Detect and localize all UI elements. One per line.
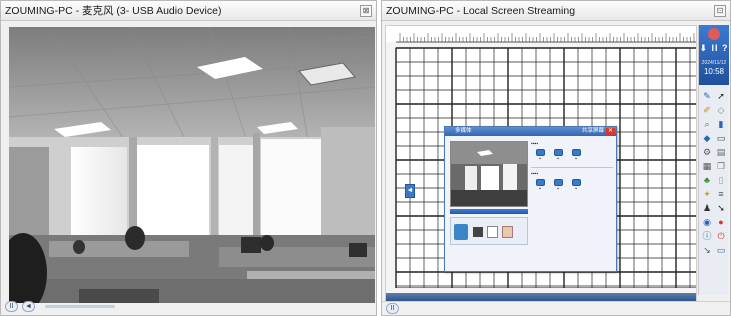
status-strip <box>450 209 528 214</box>
print-icon[interactable]: ▤ <box>715 146 727 158</box>
settings-icon[interactable]: ⚙ <box>701 146 713 158</box>
screen-icon[interactable]: ▭ <box>715 132 727 144</box>
playback-controls[interactable]: ⬇ II ? <box>699 43 729 54</box>
clock-time: 10:58 <box>703 67 725 76</box>
dialog-toolbar <box>450 217 528 245</box>
dialog-title-right: 共享屏幕 <box>581 128 604 134</box>
folder-icon[interactable] <box>454 224 468 240</box>
volume-slider[interactable] <box>45 304 115 308</box>
expand-panel-button[interactable]: ◄ <box>405 184 415 198</box>
volume-icon[interactable]: ◄ <box>22 300 35 312</box>
device-icon[interactable]: ▪ <box>569 179 583 193</box>
page-icon[interactable]: ▮ <box>715 118 727 130</box>
maximize-icon[interactable]: ⊠ <box>360 5 372 17</box>
streaming-media-controls: II <box>382 301 730 315</box>
streaming-window-title: ZOUMING-PC - Local Screen Streaming <box>386 4 576 17</box>
grid-icon[interactable]: ▦ <box>701 160 713 172</box>
copy-icon[interactable]: ❐ <box>715 160 727 172</box>
pause-icon[interactable]: II <box>5 300 18 312</box>
annotation-toolbar: ⬇ II ? 2024/11/12 10:58 ✎ ➚ ✐ ◇ ⌕ ▮ ◆ ▭ ⚙ ▤ ▦… <box>698 25 729 295</box>
window-icon[interactable]: ▭ <box>715 244 727 256</box>
cursor-icon[interactable]: ➘ <box>715 202 727 214</box>
user-icon[interactable]: ♟ <box>701 202 713 214</box>
device-icon[interactable]: ▪ <box>551 179 565 193</box>
bulb-icon[interactable]: ✦ <box>701 188 713 200</box>
image-icon[interactable] <box>502 226 513 238</box>
doc-icon[interactable]: ▯ <box>715 174 727 186</box>
document-icon[interactable] <box>487 226 498 238</box>
tool-grid: ✎ ➚ ✐ ◇ ⌕ ▮ ◆ ▭ ⚙ ▤ ▦ ❐ ♣ ▯ ✦ ≡ ♟ ➘ ◉ ● ⓘ ⏻ ↘ ▭ <box>700 89 728 257</box>
device-group-2: ▪▪▪▪ <box>531 171 539 177</box>
zoom-icon[interactable]: ⌕ <box>701 118 713 130</box>
camera-video-feed[interactable] <box>9 27 375 303</box>
shared-screen-view[interactable]: ◄ 多媒体 共享屏幕 ✕ ▪▪▪▪ ▪ ▪ ▪ ▪▪▪▪ ▪ ▪ ▪ <box>385 25 697 303</box>
stop-icon[interactable] <box>473 227 483 237</box>
pointer-icon[interactable]: ➚ <box>715 90 727 102</box>
clock-widget: ⬇ II ? 2024/11/12 10:58 <box>699 25 729 85</box>
info-icon[interactable]: ⓘ <box>701 230 713 242</box>
close-icon[interactable]: ✕ <box>606 128 615 135</box>
eraser-icon[interactable]: ◇ <box>715 104 727 116</box>
arrow-icon[interactable]: ↘ <box>701 244 713 256</box>
office-camera-image <box>9 27 375 303</box>
pause-icon[interactable]: II <box>386 303 399 314</box>
record-icon[interactable] <box>708 28 720 40</box>
streaming-window: ZOUMING-PC - Local Screen Streaming ⊡ ◄ … <box>381 0 731 316</box>
divider <box>531 167 613 168</box>
clock-date: 2024/11/12 <box>701 60 727 66</box>
maximize-icon[interactable]: ⊡ <box>714 5 726 17</box>
multimedia-dialog: 多媒体 共享屏幕 ✕ ▪▪▪▪ ▪ ▪ ▪ ▪▪▪▪ ▪ ▪ ▪ <box>444 126 617 272</box>
camera-media-controls: II ◄ <box>3 299 374 313</box>
stop-record-icon[interactable]: ● <box>715 216 727 228</box>
camera-window: ZOUMING-PC - 麦克风 (3- USB Audio Device) ⊠ <box>0 0 377 316</box>
device-icon[interactable]: ▪ <box>569 149 583 163</box>
video-thumbnail[interactable] <box>450 141 528 207</box>
dialog-titlebar[interactable]: 多媒体 共享屏幕 <box>445 127 616 136</box>
device-icon[interactable]: ▪ <box>533 149 547 163</box>
pen-icon[interactable]: ✎ <box>701 90 713 102</box>
device-icon[interactable]: ▪ <box>533 179 547 193</box>
shape-icon[interactable]: ◆ <box>701 132 713 144</box>
dialog-title: 多媒体 <box>455 128 472 134</box>
list-icon[interactable]: ≡ <box>715 188 727 200</box>
camera-window-title: ZOUMING-PC - 麦克风 (3- USB Audio Device) <box>5 5 222 17</box>
device-group-1: ▪▪▪▪ <box>531 141 539 147</box>
tree-icon[interactable]: ♣ <box>701 174 713 186</box>
streaming-window-titlebar[interactable]: ZOUMING-PC - Local Screen Streaming ⊡ <box>382 1 730 21</box>
camera-window-titlebar[interactable]: ZOUMING-PC - 麦克风 (3- USB Audio Device) ⊠ <box>1 1 376 21</box>
brush-icon[interactable]: ✐ <box>701 104 713 116</box>
globe-icon[interactable]: ◉ <box>701 216 713 228</box>
device-icon[interactable]: ▪ <box>551 149 565 163</box>
power-icon[interactable]: ⏻ <box>715 230 727 242</box>
